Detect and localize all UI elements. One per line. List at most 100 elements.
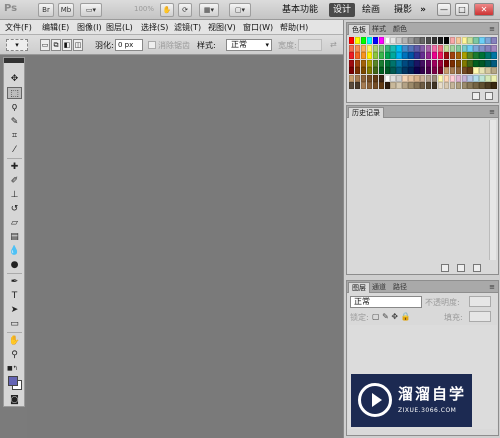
color-swatch[interactable] bbox=[360, 37, 367, 44]
color-swatch[interactable] bbox=[378, 59, 385, 67]
color-swatch[interactable] bbox=[384, 52, 390, 59]
color-swatch[interactable] bbox=[420, 37, 426, 44]
color-swatch[interactable] bbox=[473, 59, 479, 67]
menu-file[interactable]: 文件(F) bbox=[5, 22, 32, 33]
tab-swatches[interactable]: 色板 bbox=[348, 24, 370, 35]
eraser-tool-icon[interactable]: ▱ bbox=[7, 217, 22, 229]
color-swatch[interactable] bbox=[449, 82, 456, 89]
color-swatch[interactable] bbox=[449, 67, 456, 74]
screen-mode-button[interactable]: ▢▾ bbox=[229, 3, 251, 17]
color-swatch[interactable] bbox=[449, 37, 456, 44]
maximize-button[interactable]: □ bbox=[455, 3, 469, 16]
color-swatch[interactable] bbox=[425, 82, 432, 89]
color-swatch[interactable] bbox=[360, 67, 367, 74]
color-swatch[interactable] bbox=[366, 67, 373, 74]
color-swatch[interactable] bbox=[431, 74, 438, 82]
hand-tool-button[interactable]: ✋ bbox=[160, 3, 174, 17]
color-swatch[interactable] bbox=[479, 67, 485, 74]
color-swatch[interactable] bbox=[473, 37, 479, 44]
color-swatch[interactable] bbox=[461, 74, 467, 82]
color-swatch[interactable] bbox=[455, 52, 462, 59]
color-swatch[interactable] bbox=[491, 82, 497, 89]
color-swatch[interactable] bbox=[414, 82, 420, 89]
color-swatch[interactable] bbox=[473, 52, 479, 59]
move-tool-icon[interactable]: ✥ bbox=[7, 73, 22, 85]
color-swatch[interactable] bbox=[414, 37, 420, 44]
color-swatch[interactable] bbox=[431, 82, 438, 89]
document-canvas-area[interactable] bbox=[27, 56, 343, 438]
color-swatch[interactable] bbox=[449, 74, 456, 82]
color-swatch[interactable] bbox=[485, 52, 491, 59]
color-swatch[interactable] bbox=[455, 44, 462, 52]
color-swatch[interactable] bbox=[349, 52, 355, 59]
color-swatch[interactable] bbox=[467, 74, 473, 82]
color-swatch[interactable] bbox=[354, 82, 361, 89]
color-swatch[interactable] bbox=[425, 52, 432, 59]
color-swatch[interactable] bbox=[378, 67, 385, 74]
color-swatch[interactable] bbox=[431, 37, 438, 44]
color-swatch[interactable] bbox=[461, 67, 467, 74]
color-swatch[interactable] bbox=[420, 52, 426, 59]
color-swatch[interactable] bbox=[396, 59, 402, 67]
color-swatch[interactable] bbox=[408, 59, 414, 67]
subtract-selection-icon[interactable]: ◧ bbox=[62, 39, 72, 51]
color-swatch[interactable] bbox=[360, 74, 367, 82]
color-swatch[interactable] bbox=[491, 52, 497, 59]
color-swatch[interactable] bbox=[425, 74, 432, 82]
clone-stamp-tool-icon[interactable]: ⊥ bbox=[7, 189, 22, 201]
toolbox-grip[interactable] bbox=[4, 58, 24, 63]
type-tool-icon[interactable]: T bbox=[7, 290, 22, 302]
lock-icons[interactable]: ▢ ✎ ✥ 🔒 bbox=[372, 312, 411, 321]
color-swatch[interactable] bbox=[485, 37, 491, 44]
color-swatch[interactable] bbox=[443, 82, 450, 89]
color-swatch[interactable] bbox=[443, 44, 450, 52]
shape-tool-icon[interactable]: ▭ bbox=[7, 318, 22, 330]
arrange-documents-button[interactable]: ▦▾ bbox=[199, 3, 219, 17]
color-swatch[interactable] bbox=[366, 37, 373, 44]
color-swatch[interactable] bbox=[437, 67, 444, 74]
quick-select-tool-icon[interactable]: ✎ bbox=[7, 116, 22, 128]
color-swatch[interactable] bbox=[384, 44, 390, 52]
color-swatch[interactable] bbox=[455, 82, 462, 89]
color-swatch[interactable] bbox=[420, 44, 426, 52]
menu-edit[interactable]: 编辑(E) bbox=[42, 22, 69, 33]
rotate-view-button[interactable]: ⟳ bbox=[178, 3, 192, 17]
gradient-tool-icon[interactable]: ▤ bbox=[7, 231, 22, 243]
color-swatch[interactable] bbox=[491, 59, 497, 67]
new-swatch-icon[interactable] bbox=[472, 92, 480, 100]
color-swatch[interactable] bbox=[390, 74, 396, 82]
tab-layers[interactable]: 图层 bbox=[348, 282, 370, 293]
menu-layer[interactable]: 图层(L) bbox=[106, 22, 133, 33]
color-swatch[interactable] bbox=[437, 52, 444, 59]
hand-tool-icon[interactable]: ✋ bbox=[7, 335, 22, 347]
color-swatch[interactable] bbox=[485, 74, 491, 82]
color-swatch[interactable] bbox=[349, 44, 355, 52]
panel-menu-icon[interactable]: ≡ bbox=[489, 25, 495, 33]
color-swatch[interactable] bbox=[354, 59, 361, 67]
color-swatch[interactable] bbox=[479, 44, 485, 52]
fill-input[interactable] bbox=[469, 311, 491, 322]
color-swatch[interactable] bbox=[408, 44, 414, 52]
color-swatch[interactable] bbox=[461, 44, 467, 52]
color-swatch[interactable] bbox=[473, 67, 479, 74]
color-swatch[interactable] bbox=[491, 67, 497, 74]
color-swatch[interactable] bbox=[360, 44, 367, 52]
crop-tool-icon[interactable]: ⌗ bbox=[7, 130, 22, 142]
color-swatch[interactable] bbox=[437, 74, 444, 82]
more-workspaces-icon[interactable]: » bbox=[416, 3, 430, 17]
color-swatch[interactable] bbox=[479, 74, 485, 82]
color-swatch[interactable] bbox=[414, 74, 420, 82]
color-swatch[interactable] bbox=[455, 74, 462, 82]
brush-tool-icon[interactable]: ✐ bbox=[7, 175, 22, 187]
color-swatch[interactable] bbox=[467, 44, 473, 52]
color-swatch[interactable] bbox=[425, 67, 432, 74]
color-swatch[interactable] bbox=[437, 59, 444, 67]
color-swatch[interactable] bbox=[349, 37, 355, 44]
color-swatch[interactable] bbox=[366, 44, 373, 52]
color-swatch[interactable] bbox=[414, 52, 420, 59]
color-swatch[interactable] bbox=[372, 52, 379, 59]
swatch-grid[interactable] bbox=[349, 37, 497, 95]
color-swatch[interactable] bbox=[461, 52, 467, 59]
menu-image[interactable]: 图像(I) bbox=[77, 22, 102, 33]
quick-mask-icon[interactable]: ◙ bbox=[7, 394, 22, 406]
